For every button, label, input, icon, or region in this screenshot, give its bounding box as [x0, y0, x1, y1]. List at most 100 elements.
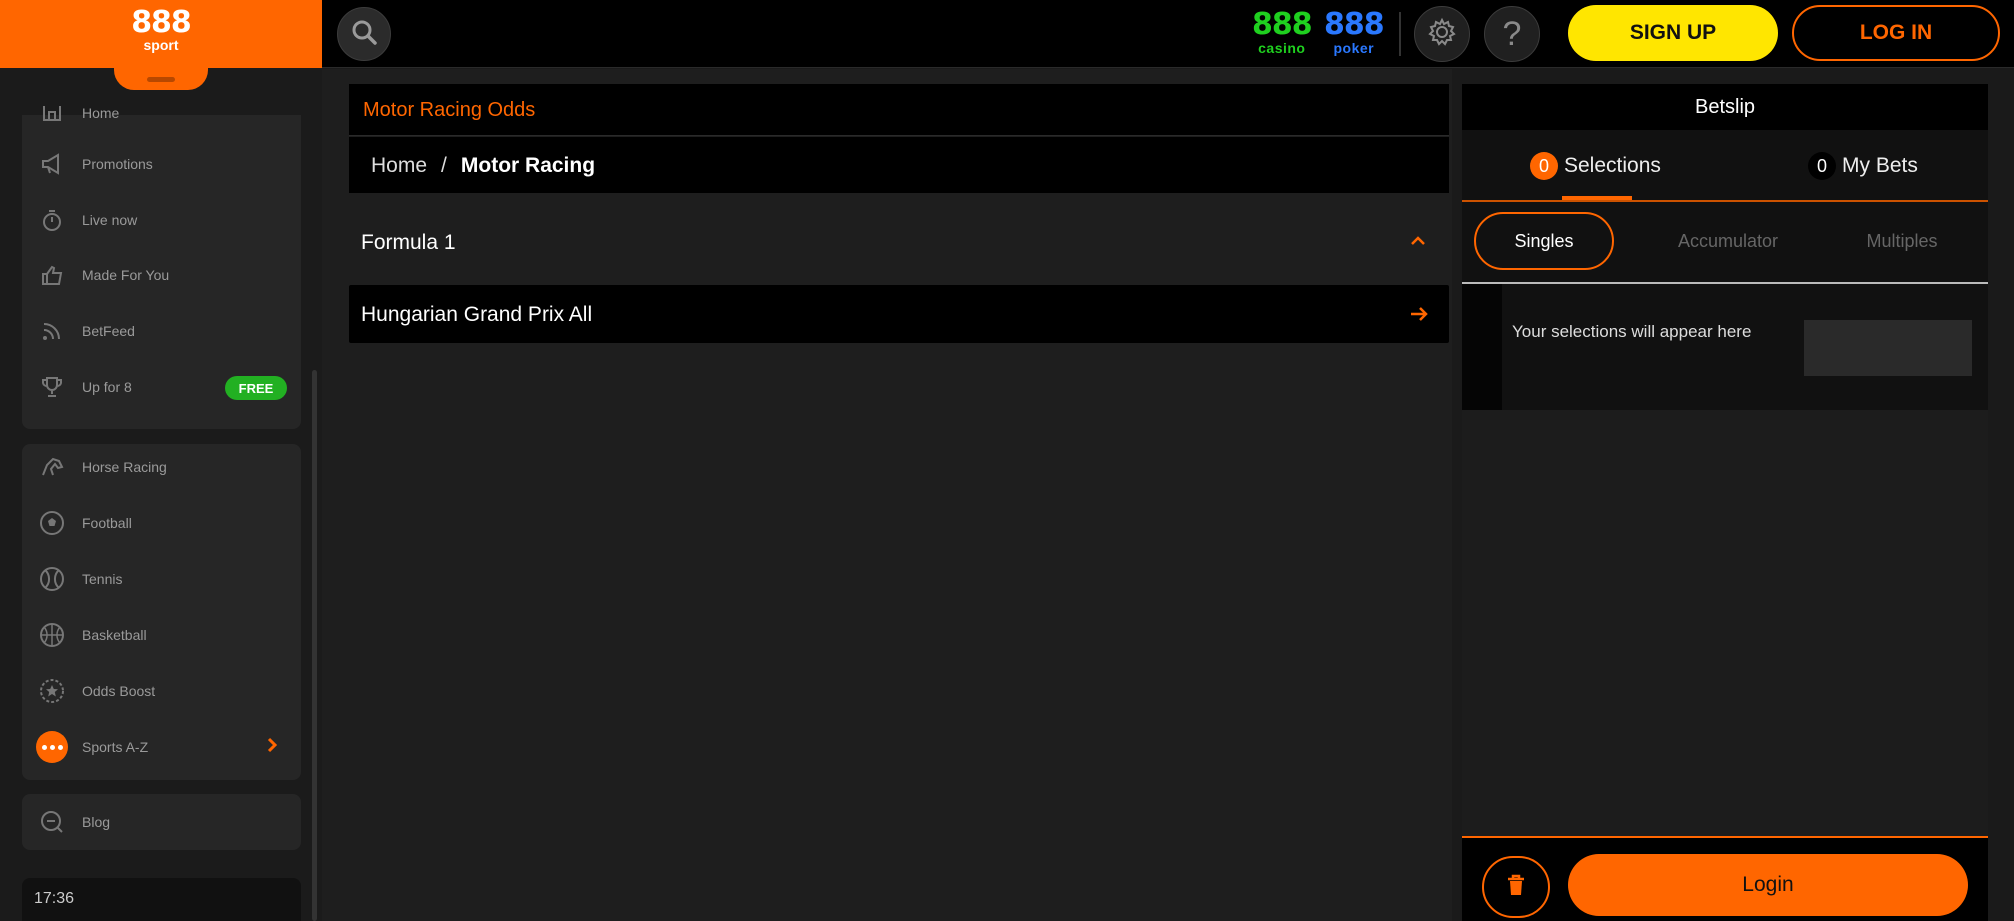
trophy-icon: [36, 371, 68, 403]
home-icon: [36, 97, 68, 129]
sidebar-item-label: Tennis: [82, 571, 123, 587]
sidebar-clock: 17:36: [22, 878, 301, 921]
sidebar-item-label: Football: [82, 515, 132, 531]
betslip-login-button[interactable]: Login: [1568, 854, 1968, 916]
selections-count: 0: [1530, 152, 1558, 180]
search-icon: [350, 18, 378, 51]
bet-type-multiples[interactable]: Multiples: [1832, 212, 1972, 270]
sidebar-item-horse-racing[interactable]: Horse Racing: [22, 445, 301, 489]
sidebar-item-label: Horse Racing: [82, 459, 167, 475]
log-in-button[interactable]: LOG IN: [1792, 5, 2000, 61]
blog-icon: [36, 806, 68, 838]
breadcrumb-current: Motor Racing: [460, 154, 596, 177]
app-root: 888 sport Home Promotions Live now Made …: [0, 0, 2014, 921]
casino-logo: 888: [1252, 7, 1313, 42]
breadcrumb-bar: Home / Motor Racing: [349, 137, 1449, 193]
breadcrumb-home[interactable]: Home: [371, 154, 427, 178]
sidebar-item-tennis[interactable]: Tennis: [22, 557, 301, 601]
odds-boost-icon: [36, 675, 68, 707]
breadcrumb: Home / Motor Racing: [371, 154, 595, 178]
casino-label: casino: [1258, 40, 1306, 56]
sidebar-group-blog: Blog: [22, 794, 301, 850]
breadcrumb-separator: /: [441, 154, 447, 177]
my-bets-count: 0: [1808, 152, 1836, 180]
sidebar-item-label: Live now: [82, 212, 138, 228]
logo-sub: sport: [143, 37, 179, 53]
tab-selections[interactable]: 0 Selections: [1530, 152, 1661, 180]
sidebar-item-blog[interactable]: Blog: [22, 800, 301, 844]
sidebar-item-football[interactable]: Football: [22, 501, 301, 545]
poker-logo: 888: [1324, 7, 1385, 42]
help-button[interactable]: ?: [1484, 6, 1540, 62]
logo-handle: [147, 77, 175, 82]
section-header-formula-1[interactable]: Formula 1: [349, 212, 1449, 274]
section-title: Formula 1: [361, 231, 456, 254]
sidebar-scrollbar[interactable]: [312, 370, 317, 921]
sidebar-item-live-now[interactable]: Live now: [22, 198, 301, 242]
logo-brand: 888: [131, 5, 192, 40]
stopwatch-icon: [36, 204, 68, 236]
empty-selections-text: Your selections will appear here: [1512, 322, 1752, 341]
clear-betslip-button[interactable]: [1482, 856, 1550, 918]
betslip-left-strip: [1462, 284, 1502, 410]
betslip-tabs: 0 Selections 0 My Bets Singles Accumulat…: [1462, 130, 1988, 284]
thumbs-up-icon: [36, 259, 68, 291]
sidebar-item-label: Blog: [82, 814, 111, 830]
megaphone-icon: [36, 148, 68, 180]
betslip-panel: Betslip 0 Selections 0 My Bets Singles A…: [1462, 84, 1988, 921]
sidebar: 888 sport Home Promotions Live now Made …: [0, 0, 322, 921]
bet-type-accumulator[interactable]: Accumulator: [1658, 212, 1798, 270]
page-title: Motor Racing Odds: [363, 99, 536, 121]
bet-type-singles[interactable]: Singles: [1474, 212, 1614, 270]
feed-icon: [36, 315, 68, 347]
sidebar-item-label: Odds Boost: [82, 683, 156, 699]
clock-time: 17:36: [34, 890, 75, 907]
sidebar-item-home[interactable]: Home: [22, 91, 301, 135]
event-title: Hungarian Grand Prix All: [361, 303, 593, 326]
sidebar-item-odds-boost[interactable]: Odds Boost: [22, 669, 301, 713]
selections-label: Selections: [1564, 154, 1661, 177]
sidebar-group-sports: Horse Racing Football Tennis Basketball: [22, 444, 301, 780]
sidebar-item-label: Promotions: [82, 156, 153, 172]
my-bets-label: My Bets: [1842, 154, 1918, 177]
sidebar-item-up-for-8[interactable]: Up for 8 FREE: [22, 365, 301, 409]
chevron-up-icon: [1409, 232, 1427, 250]
sidebar-item-betfeed[interactable]: BetFeed: [22, 309, 301, 353]
sidebar-item-label: Up for 8: [82, 379, 132, 395]
sidebar-item-label: Home: [82, 105, 120, 121]
empty-selections: Your selections will appear here: [1502, 284, 1988, 410]
casino-link[interactable]: 888 casino: [1252, 7, 1313, 57]
settings-button[interactable]: [1414, 6, 1470, 62]
tennis-icon: [36, 563, 68, 595]
search-button[interactable]: [337, 7, 391, 61]
sidebar-item-label: BetFeed: [82, 323, 135, 339]
poker-label: poker: [1333, 40, 1375, 56]
sidebar-item-made-for-you[interactable]: Made For You: [22, 253, 301, 297]
sidebar-item-label: Made For You: [82, 267, 170, 283]
trash-icon: [1505, 873, 1527, 902]
basketball-icon: [36, 619, 68, 651]
sidebar-item-sports-a-z[interactable]: Sports A-Z: [22, 725, 301, 769]
sidebar-group-main: Home Promotions Live now Made For You Be…: [22, 105, 301, 429]
horse-icon: [36, 451, 68, 483]
sidebar-item-label: Basketball: [82, 627, 147, 643]
more-dots-icon: [36, 731, 68, 763]
free-badge: FREE: [225, 376, 287, 400]
football-icon: [36, 507, 68, 539]
main-content-background: [322, 69, 1452, 921]
help-icon: ?: [1502, 14, 1522, 53]
poker-link[interactable]: 888 poker: [1324, 7, 1385, 57]
sidebar-item-promotions[interactable]: Promotions: [22, 142, 301, 186]
sidebar-item-basketball[interactable]: Basketball: [22, 613, 301, 657]
bet-type-selector: Singles Accumulator Multiples: [1462, 202, 1988, 282]
sign-up-button[interactable]: SIGN UP: [1568, 5, 1778, 61]
top-bar: 888 casino 888 poker ? SIGN UP LOG IN: [322, 0, 2014, 68]
arrow-right-icon: [1409, 304, 1429, 329]
betslip-header: Betslip: [1462, 84, 1988, 130]
empty-placeholder: [1804, 320, 1972, 376]
betslip-footer: Login: [1462, 838, 1988, 921]
tab-my-bets[interactable]: 0 My Bets: [1808, 152, 1918, 180]
page-title-bar: Motor Racing Odds: [349, 84, 1449, 136]
gear-icon: [1427, 17, 1457, 52]
event-row[interactable]: Hungarian Grand Prix All: [349, 285, 1449, 343]
